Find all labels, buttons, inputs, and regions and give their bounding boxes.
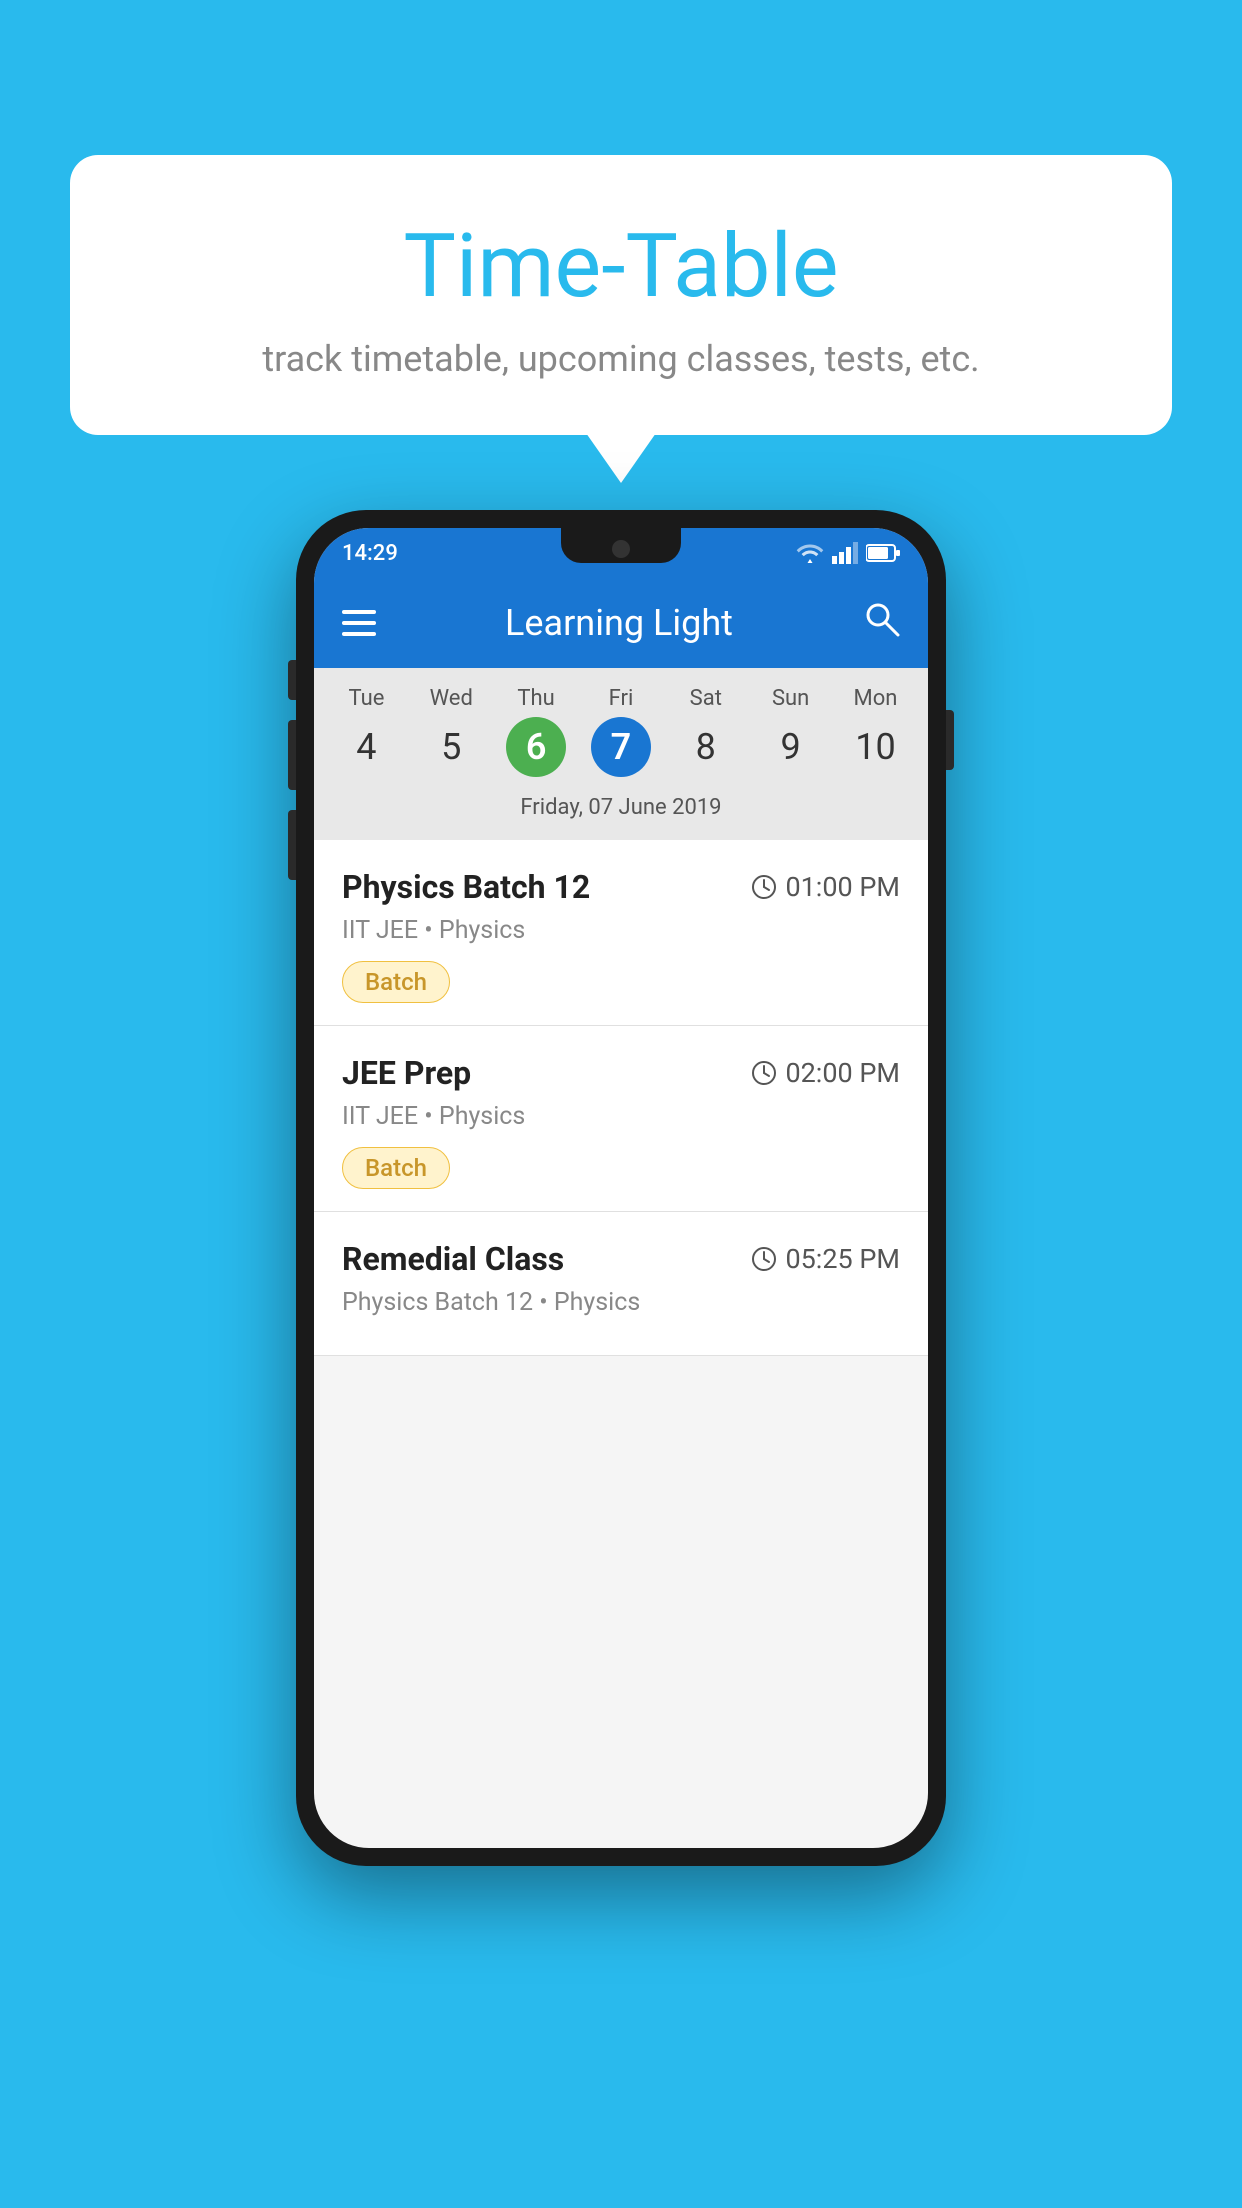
item-header: Physics Batch 12 01:00 PM (342, 868, 900, 906)
day-number: 7 (591, 717, 651, 777)
app-title: Learning Light (505, 602, 733, 644)
day-col-tue[interactable]: Tue 4 (326, 686, 406, 777)
day-col-sat[interactable]: Sat 8 (666, 686, 746, 777)
day-name: Sat (690, 686, 722, 711)
status-time: 14:29 (342, 541, 398, 566)
day-name: Wed (430, 686, 473, 711)
item-header: Remedial Class 05:25 PM (342, 1240, 900, 1278)
search-button[interactable] (862, 599, 900, 647)
days-row: Tue 4 Wed 5 Thu 6 Fri 7 Sat 8 Sun 9 Mon 10 (324, 686, 918, 777)
selected-date-label: Friday, 07 June 2019 (324, 785, 918, 832)
item-title: Physics Batch 12 (342, 868, 590, 906)
day-col-sun[interactable]: Sun 9 (751, 686, 831, 777)
schedule-item[interactable]: Physics Batch 12 01:00 PM IIT JEE • Physic… (314, 840, 928, 1026)
menu-icon[interactable] (342, 610, 376, 636)
phone-button-vol-down (288, 810, 296, 880)
day-number: 10 (845, 717, 905, 777)
clock-icon (751, 874, 777, 900)
schedule-item[interactable]: Remedial Class 05:25 PM Physics Batch 12 •… (314, 1212, 928, 1356)
app-bar: Learning Light (314, 578, 928, 668)
day-number: 6 (506, 717, 566, 777)
phone-screen: 14:29 (314, 528, 928, 1848)
day-col-wed[interactable]: Wed 5 (411, 686, 491, 777)
calendar-strip: Tue 4 Wed 5 Thu 6 Fri 7 Sat 8 Sun 9 Mon 10 Friday, 07… (314, 668, 928, 840)
item-subtitle: Physics Batch 12 • Physics (342, 1288, 900, 1317)
item-subtitle: IIT JEE • Physics (342, 1102, 900, 1131)
item-time: 02:00 PM (751, 1057, 900, 1089)
status-icons (796, 542, 900, 564)
item-time: 01:00 PM (751, 871, 900, 903)
day-name: Tue (348, 686, 384, 711)
day-number: 9 (761, 717, 821, 777)
day-name: Fri (609, 686, 634, 711)
phone-frame: 14:29 (296, 510, 946, 1866)
day-number: 8 (676, 717, 736, 777)
phone-button-vol-up (288, 720, 296, 790)
item-subtitle: IIT JEE • Physics (342, 916, 900, 945)
phone-camera (612, 540, 630, 558)
batch-badge: Batch (342, 1147, 450, 1189)
bubble-subtitle: track timetable, upcoming classes, tests… (130, 338, 1112, 380)
schedule-item[interactable]: JEE Prep 02:00 PM IIT JEE • Physics Batch (314, 1026, 928, 1212)
clock-icon (751, 1060, 777, 1086)
speech-bubble-card: Time-Table track timetable, upcoming cla… (70, 155, 1172, 435)
wifi-icon (796, 542, 824, 564)
day-col-thu[interactable]: Thu 6 (496, 686, 576, 777)
item-time: 05:25 PM (751, 1243, 900, 1275)
phone-button-power (946, 710, 954, 770)
time-text: 05:25 PM (785, 1243, 900, 1275)
battery-icon (866, 543, 900, 563)
day-name: Mon (854, 686, 898, 711)
item-title: Remedial Class (342, 1240, 564, 1278)
bubble-title: Time-Table (130, 215, 1112, 318)
speech-bubble-section: Time-Table track timetable, upcoming cla… (70, 155, 1172, 435)
time-text: 01:00 PM (785, 871, 900, 903)
phone-button-vol-silent (288, 660, 296, 700)
clock-icon (751, 1246, 777, 1272)
time-text: 02:00 PM (785, 1057, 900, 1089)
schedule-list: Physics Batch 12 01:00 PM IIT JEE • Physic… (314, 840, 928, 1356)
item-title: JEE Prep (342, 1054, 471, 1092)
day-col-mon[interactable]: Mon 10 (835, 686, 915, 777)
day-number: 5 (421, 717, 481, 777)
day-name: Sun (772, 686, 809, 711)
signal-icon (832, 542, 858, 564)
day-name: Thu (517, 686, 554, 711)
batch-badge: Batch (342, 961, 450, 1003)
day-col-fri[interactable]: Fri 7 (581, 686, 661, 777)
day-number: 4 (336, 717, 396, 777)
phone-notch (561, 528, 681, 563)
phone-mockup: 14:29 (296, 510, 946, 1866)
item-header: JEE Prep 02:00 PM (342, 1054, 900, 1092)
